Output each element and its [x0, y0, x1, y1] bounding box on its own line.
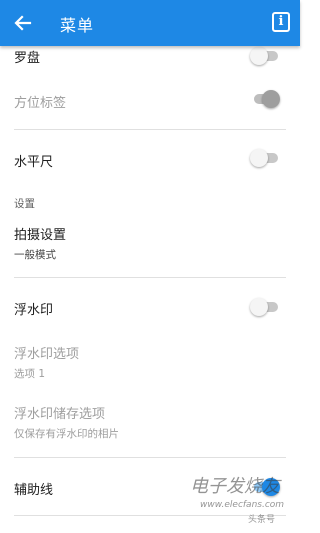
switch-thumb: [250, 149, 268, 167]
compass-row[interactable]: 罗盘: [14, 47, 286, 66]
divider: [14, 129, 286, 130]
switch-thumb: [262, 90, 280, 108]
watermark-badge: 头条号: [248, 515, 276, 525]
page-title: 菜单: [60, 16, 95, 35]
watermark-save-label: 浮水印储存选项: [14, 407, 106, 422]
capture-settings-value: 一般模式: [14, 249, 56, 261]
info-icon[interactable]: i: [272, 12, 290, 32]
switch-thumb: [250, 298, 268, 316]
level-label: 水平尺: [14, 155, 54, 170]
compass-switch[interactable]: [250, 46, 280, 66]
section-header-label: 设置: [14, 198, 35, 210]
arrow-back-icon: [14, 15, 32, 31]
direction-label-switch[interactable]: [250, 89, 280, 109]
watermark-options-value: 选项 1: [14, 368, 46, 380]
switch-thumb: [250, 47, 268, 65]
watermark-switch[interactable]: [250, 297, 280, 317]
watermark-options-label: 浮水印选项: [14, 347, 80, 362]
watermark-logo-text: 电子发烧友: [190, 476, 280, 497]
capture-settings-row[interactable]: 拍摄设置 一般模式: [14, 224, 286, 262]
level-row[interactable]: 水平尺: [14, 151, 286, 170]
divider: [14, 277, 286, 278]
compass-label: 罗盘: [14, 51, 41, 66]
watermark-row[interactable]: 浮水印: [14, 299, 286, 318]
watermark-options-row[interactable]: 浮水印选项 选项 1: [14, 343, 286, 381]
settings-section-header: 设置: [14, 196, 286, 211]
app-bar: 菜单 i: [0, 0, 300, 46]
direction-label-label: 方位标签: [14, 96, 67, 111]
back-button[interactable]: [8, 8, 38, 38]
watermark-overlay: 电子发烧友 www.elecfans.com 头条号: [180, 470, 300, 530]
capture-settings-label: 拍摄设置: [14, 228, 67, 243]
divider: [14, 457, 286, 458]
watermark-label: 浮水印: [14, 303, 54, 318]
direction-label-row[interactable]: 方位标签: [14, 92, 286, 111]
watermark-url: www.elecfans.com: [200, 500, 285, 510]
watermark-save-value: 仅保存有浮水印的相片: [14, 428, 119, 440]
level-switch[interactable]: [250, 148, 280, 168]
watermark-save-row[interactable]: 浮水印储存选项 仅保存有浮水印的相片: [14, 403, 286, 441]
